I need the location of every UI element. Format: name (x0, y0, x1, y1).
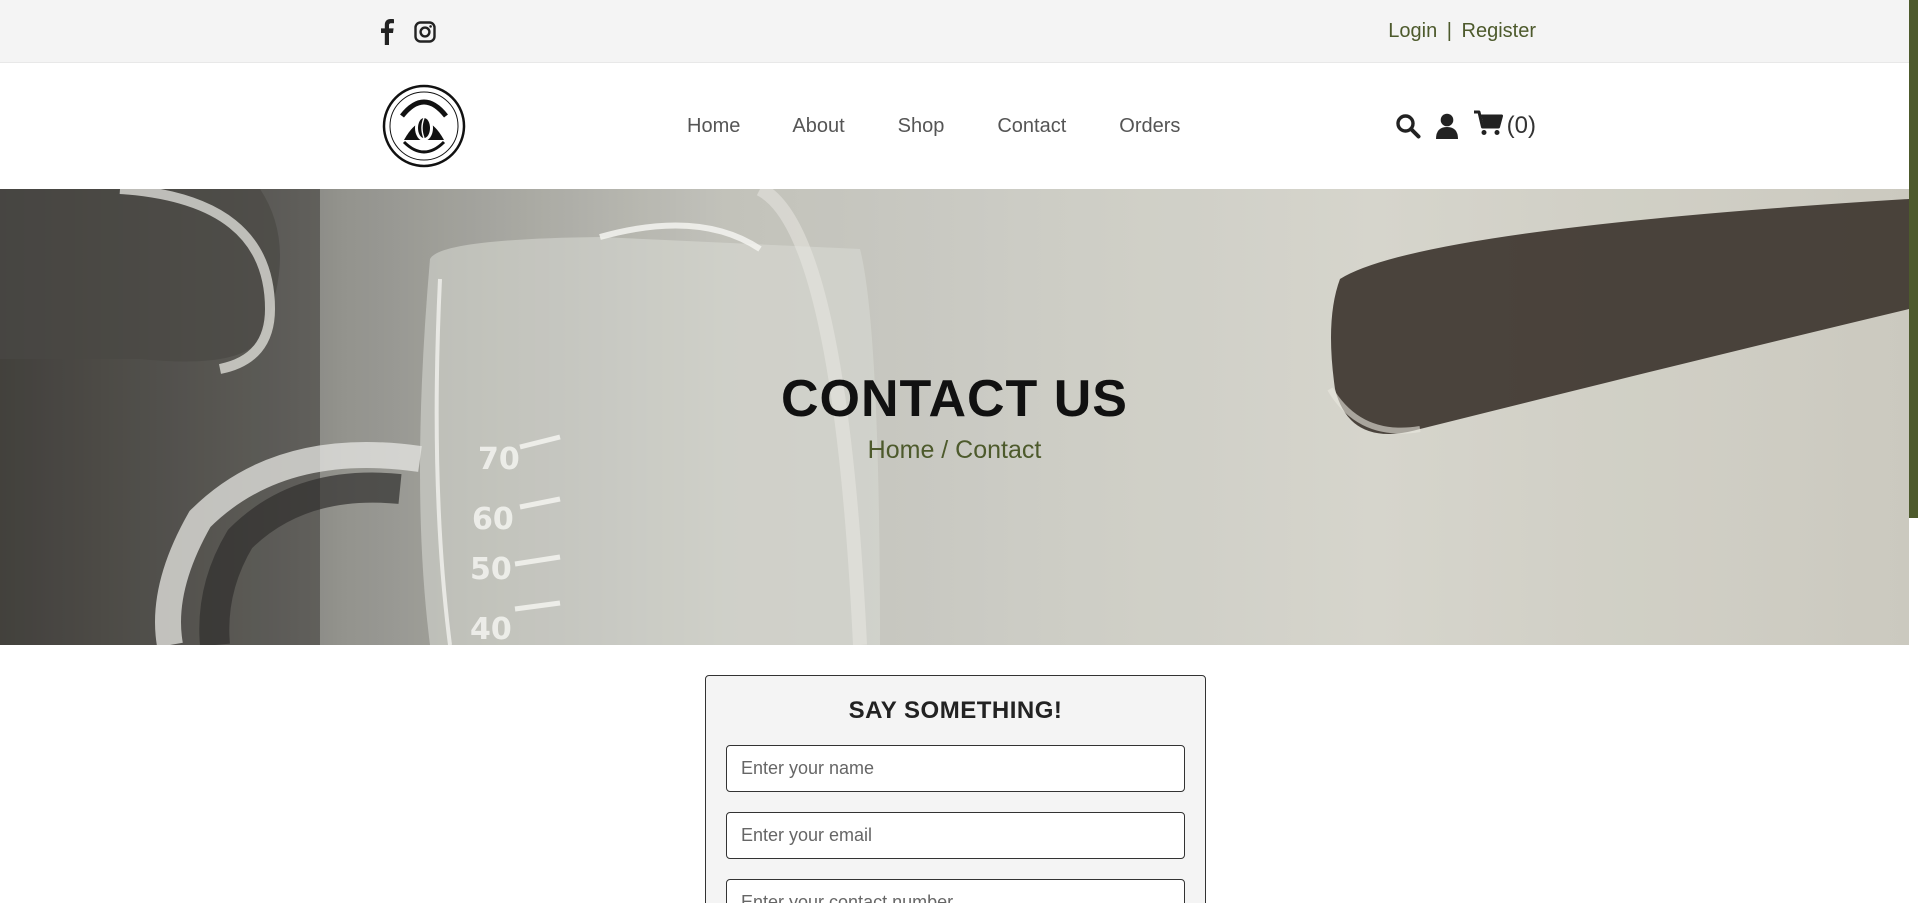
nav-about[interactable]: About (792, 115, 844, 138)
login-link[interactable]: Login (1388, 20, 1437, 42)
auth-links: Login | Register (1388, 20, 1536, 43)
nav-home[interactable]: Home (687, 115, 740, 138)
user-icon[interactable] (1435, 113, 1459, 139)
search-icon[interactable] (1395, 113, 1421, 139)
cart-count: (0) (1506, 111, 1536, 139)
facebook-icon[interactable] (375, 19, 399, 45)
nav-orders[interactable]: Orders (1119, 115, 1180, 138)
instagram-icon[interactable] (413, 19, 437, 45)
auth-separator: | (1446, 20, 1452, 42)
social-links (375, 19, 437, 45)
nav-contact[interactable]: Contact (997, 115, 1066, 138)
hero-banner: 70 60 50 40 CONTACT US Home / Contact (0, 189, 1909, 645)
register-link[interactable]: Register (1462, 20, 1536, 42)
page: Login | Register Home About Shop Contact… (0, 0, 1918, 903)
cart-icon (1473, 110, 1503, 141)
main-header: Home About Shop Contact Orders (0) (0, 63, 1909, 189)
contact-number-input[interactable] (726, 879, 1185, 903)
contact-form: SAY SOMETHING! (705, 675, 1206, 903)
main-nav: Home About Shop Contact Orders (687, 115, 1180, 138)
page-title: CONTACT US (780, 370, 1128, 428)
email-input[interactable] (726, 812, 1185, 859)
name-input[interactable] (726, 745, 1185, 792)
cart-button[interactable]: (0) (1473, 110, 1536, 141)
header-tools: (0) (1395, 110, 1536, 141)
nav-shop[interactable]: Shop (898, 115, 945, 138)
top-bar: Login | Register (0, 0, 1909, 63)
form-title: SAY SOMETHING! (848, 697, 1063, 724)
scrollbar-thumb[interactable] (1909, 0, 1918, 518)
brand-logo[interactable] (374, 84, 475, 168)
page-scrollbar[interactable] (1909, 0, 1918, 903)
breadcrumb: Home / Contact (867, 436, 1042, 464)
